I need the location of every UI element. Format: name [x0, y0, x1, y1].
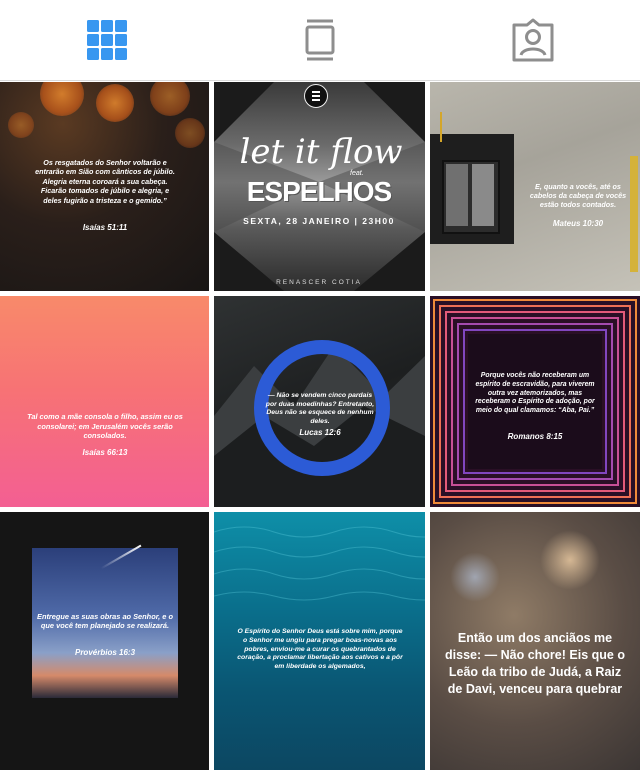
post-tile-7[interactable]: Entregue as suas obras ao Senhor, e o qu… [0, 512, 209, 770]
post-tile-5[interactable]: — Não se vendem cinco pardais por duas m… [214, 296, 425, 507]
post-tile-6[interactable]: Porque vocês não receberam um espírito d… [430, 296, 640, 507]
post-caption: Os resgatados do Senhor voltarão e entra… [35, 158, 175, 205]
bokeh-light [450, 552, 500, 602]
post-reference: Romanos 8:15 [507, 432, 563, 441]
feed-icon [305, 19, 334, 61]
post-caption: Porque vocês não receberam um espírito d… [475, 372, 595, 415]
bokeh-light [540, 530, 600, 590]
decor-bar [630, 156, 638, 272]
post-caption: Tal como a mãe consola o filho, assim eu… [27, 412, 183, 441]
bokeh-light [8, 112, 34, 138]
event-footer: RENASCER COTIA [276, 279, 362, 286]
post-tile-3[interactable]: E, quanto a vocês, até os cabelos da cab… [430, 82, 640, 291]
post-caption: O Espírito do Senhor Deus está sobre mim… [237, 628, 403, 671]
post-tile-2[interactable]: let it flow feat. ESPELHOS SEXTA, 28 JAN… [214, 82, 425, 291]
tagged-icon [512, 18, 554, 62]
post-tile-4[interactable]: Tal como a mãe consola o filho, assim eu… [0, 296, 209, 507]
logo-badge [304, 84, 328, 108]
tab-feed[interactable] [213, 0, 426, 80]
grid-icon [86, 20, 127, 60]
bokeh-light [175, 118, 205, 148]
post-caption: E, quanto a vocês, até os cabelos da cab… [529, 182, 627, 210]
window-frame [430, 134, 514, 244]
post-tile-8[interactable]: O Espírito do Senhor Deus está sobre mim… [214, 512, 425, 770]
event-title-main: ESPELHOS [246, 176, 392, 207]
profile-tab-bar [0, 0, 640, 81]
post-tile-1[interactable]: Os resgatados do Senhor voltarão e entra… [0, 82, 209, 291]
decor-line [440, 112, 442, 142]
tab-tagged[interactable] [426, 0, 640, 80]
post-reference: Provérbios 16:3 [74, 648, 136, 657]
post-reference: Isaías 66:13 [82, 448, 128, 457]
event-date: SEXTA, 28 JANEIRO | 23H00 [243, 216, 395, 226]
shooting-star [100, 544, 142, 570]
post-tile-9[interactable]: Então um dos anciãos me disse: — Não cho… [430, 512, 640, 770]
bokeh-light [96, 84, 134, 122]
post-reference: Lucas 12:6 [299, 428, 341, 437]
post-reference: Isaías 51:11 [82, 223, 128, 232]
post-caption: — Não se vendem cinco pardais por duas m… [265, 392, 375, 425]
bokeh-light [150, 82, 190, 116]
posts-grid: Os resgatados do Senhor voltarão e entra… [0, 82, 640, 770]
post-caption: Entregue as suas obras ao Senhor, e o qu… [37, 612, 173, 631]
bokeh-light [40, 82, 84, 116]
event-title-script: let it flow [239, 132, 403, 172]
tab-grid[interactable] [0, 0, 213, 80]
post-reference: Mateus 10:30 [552, 219, 604, 228]
